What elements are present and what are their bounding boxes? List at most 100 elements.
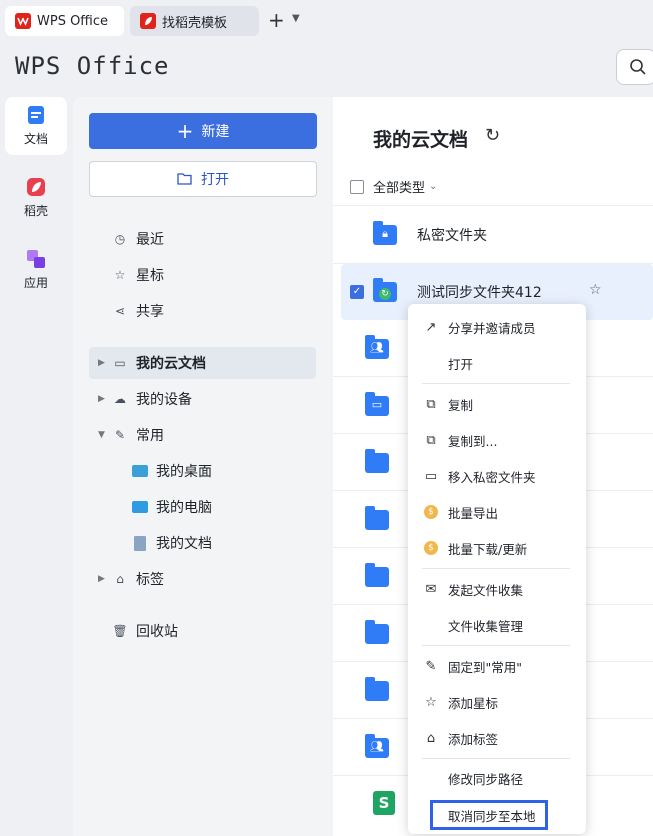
caret-down-icon: ▼ bbox=[98, 430, 105, 440]
new-button[interactable]: + 新建 bbox=[89, 113, 317, 149]
nav-label: 我的桌面 bbox=[156, 464, 212, 480]
team-folder-icon: 👥︎ bbox=[365, 734, 389, 758]
menu-add-star[interactable]: ☆ 添加星标 bbox=[408, 687, 586, 717]
add-tab-icon[interactable]: + bbox=[268, 8, 285, 32]
clock-icon: ◷ bbox=[114, 232, 126, 246]
menu-divider bbox=[422, 645, 570, 646]
wps-logo-icon bbox=[15, 13, 31, 29]
menu-pin-common[interactable]: ✎ 固定到"常用" bbox=[408, 651, 586, 681]
menu-label: 固定到"常用" bbox=[448, 659, 522, 675]
tag-icon: ⌂ bbox=[116, 572, 124, 586]
menu-share-invite[interactable]: ↗ 分享并邀请成员 bbox=[408, 312, 586, 342]
device-folder-icon: ▭ bbox=[365, 392, 389, 416]
star-icon[interactable]: ☆ bbox=[589, 282, 602, 298]
folder-icon bbox=[365, 563, 389, 587]
nav-my-cloud-docs[interactable]: ▶ ▭ 我的云文档 bbox=[89, 347, 316, 379]
chevron-down-icon[interactable]: ▼ bbox=[292, 13, 300, 24]
menu-batch-export[interactable]: $ 批量导出 bbox=[408, 497, 586, 527]
file-icon bbox=[134, 535, 146, 551]
rail-label: 文档 bbox=[23, 132, 48, 146]
menu-label: 复制到... bbox=[448, 433, 498, 449]
tab-template[interactable]: 找稻壳模板 bbox=[130, 6, 259, 36]
nav-shared[interactable]: ⋖ 共享 bbox=[112, 295, 164, 327]
search-button[interactable] bbox=[616, 49, 653, 85]
pin-icon: ✎ bbox=[425, 658, 437, 674]
team-folder-icon: 👥︎ bbox=[365, 335, 389, 359]
daoke-icon bbox=[140, 13, 156, 29]
nav-my-documents[interactable]: 我的文档 bbox=[132, 527, 212, 559]
tab-bar: WPS Office 找稻壳模板 + ▼ bbox=[0, 0, 653, 42]
tag-icon: ⌂ bbox=[426, 730, 436, 746]
nav-tags[interactable]: ▶ ⌂ 标签 bbox=[89, 563, 164, 595]
item-name: 测试同步文件夹412 bbox=[417, 285, 542, 301]
menu-label: 添加星标 bbox=[448, 695, 499, 711]
menu-label: 发起文件收集 bbox=[448, 582, 524, 598]
list-item[interactable]: 🔒︎ 私密文件夹 bbox=[341, 207, 653, 263]
copy-icon: ⧉ bbox=[426, 396, 436, 412]
tab-wps-office[interactable]: WPS Office bbox=[5, 6, 124, 36]
page-title: 我的云文档 bbox=[373, 129, 469, 151]
nav-label: 标签 bbox=[136, 572, 164, 588]
nav-common[interactable]: ▼ ✎ 常用 bbox=[89, 419, 164, 451]
menu-label: 打开 bbox=[448, 356, 474, 372]
nav-label: 我的云文档 bbox=[136, 356, 206, 372]
menu-divider bbox=[422, 758, 570, 759]
trash-icon: 🗑 bbox=[112, 624, 128, 638]
folder-icon bbox=[365, 620, 389, 644]
menu-batch-download[interactable]: $ 批量下载/更新 bbox=[408, 533, 586, 563]
folder-open-icon bbox=[177, 173, 192, 185]
cloud-icon: ☁ bbox=[114, 392, 126, 406]
menu-label: 添加标签 bbox=[448, 731, 499, 747]
menu-label: 批量导出 bbox=[448, 505, 499, 521]
menu-copy[interactable]: ⧉ 复制 bbox=[408, 389, 586, 419]
type-filter[interactable]: 全部类型 ⌄ bbox=[350, 177, 437, 196]
nav-starred[interactable]: ☆ 星标 bbox=[112, 259, 164, 291]
nav-recent[interactable]: ◷ 最近 bbox=[112, 223, 164, 255]
folder-icon: ▭ bbox=[114, 356, 126, 370]
menu-label: 批量下载/更新 bbox=[448, 541, 528, 557]
rail-apps[interactable]: 应用 bbox=[5, 241, 67, 299]
app-logo: WPS Office bbox=[15, 52, 170, 80]
menu-label: 分享并邀请成员 bbox=[448, 320, 536, 336]
search-icon bbox=[630, 59, 646, 75]
nav-label: 我的电脑 bbox=[156, 500, 212, 516]
menu-open[interactable]: 打开 bbox=[408, 348, 586, 378]
rail-daoke[interactable]: 稻壳 bbox=[5, 169, 67, 227]
menu-move-private[interactable]: ▭ 移入私密文件夹 bbox=[408, 461, 586, 491]
context-menu: ↗ 分享并邀请成员 打开 ⧉ 复制 ⧉ 复制到... ▭ 移入私密文件夹 $ 批… bbox=[408, 304, 586, 834]
copy-to-icon: ⧉ bbox=[426, 432, 436, 448]
menu-add-tag[interactable]: ⌂ 添加标签 bbox=[408, 723, 586, 753]
lock-folder-icon: 🔒︎ bbox=[373, 221, 397, 245]
menu-label: 移入私密文件夹 bbox=[448, 469, 536, 485]
filter-label: 全部类型 bbox=[373, 181, 426, 196]
menu-label: 文件收集管理 bbox=[448, 618, 524, 634]
apps-icon bbox=[27, 250, 45, 268]
nav-label: 我的文档 bbox=[156, 536, 212, 552]
rail-documents[interactable]: 文档 bbox=[5, 97, 67, 155]
document-icon bbox=[28, 106, 44, 124]
nav-my-devices[interactable]: ▶ ☁ 我的设备 bbox=[89, 383, 192, 415]
menu-start-collection[interactable]: ✉ 发起文件收集 bbox=[408, 574, 586, 604]
daoke-icon bbox=[27, 178, 45, 196]
select-all-checkbox[interactable] bbox=[350, 179, 364, 194]
plus-icon: + bbox=[176, 119, 194, 143]
nav-my-computer[interactable]: 我的电脑 bbox=[132, 491, 212, 523]
nav-label: 星标 bbox=[136, 268, 164, 284]
item-name: 私密文件夹 bbox=[417, 228, 487, 244]
refresh-icon[interactable]: ↻ bbox=[485, 125, 500, 146]
menu-change-sync-path[interactable]: 修改同步路径 bbox=[408, 763, 586, 793]
nav-panel: + 新建 打开 ◷ 最近 ☆ 星标 ⋖ 共享 ▶ ▭ 我的云文档 ▶ ☁ 我的设… bbox=[73, 97, 333, 836]
nav-label: 最近 bbox=[136, 232, 164, 248]
nav-trash[interactable]: 🗑 回收站 bbox=[112, 615, 178, 647]
nav-desktop[interactable]: 我的桌面 bbox=[132, 455, 212, 487]
nav-label: 共享 bbox=[136, 304, 164, 320]
menu-collection-manage[interactable]: 文件收集管理 bbox=[408, 610, 586, 640]
menu-divider bbox=[422, 383, 570, 384]
row-checkbox[interactable]: ✓ bbox=[350, 285, 364, 299]
lock-folder-icon: ▭ bbox=[424, 468, 438, 484]
open-button[interactable]: 打开 bbox=[89, 161, 317, 197]
computer-icon bbox=[132, 501, 148, 513]
coin-icon: $ bbox=[423, 504, 439, 520]
inbox-icon: ✉ bbox=[425, 581, 437, 597]
menu-copy-to[interactable]: ⧉ 复制到... bbox=[408, 425, 586, 455]
